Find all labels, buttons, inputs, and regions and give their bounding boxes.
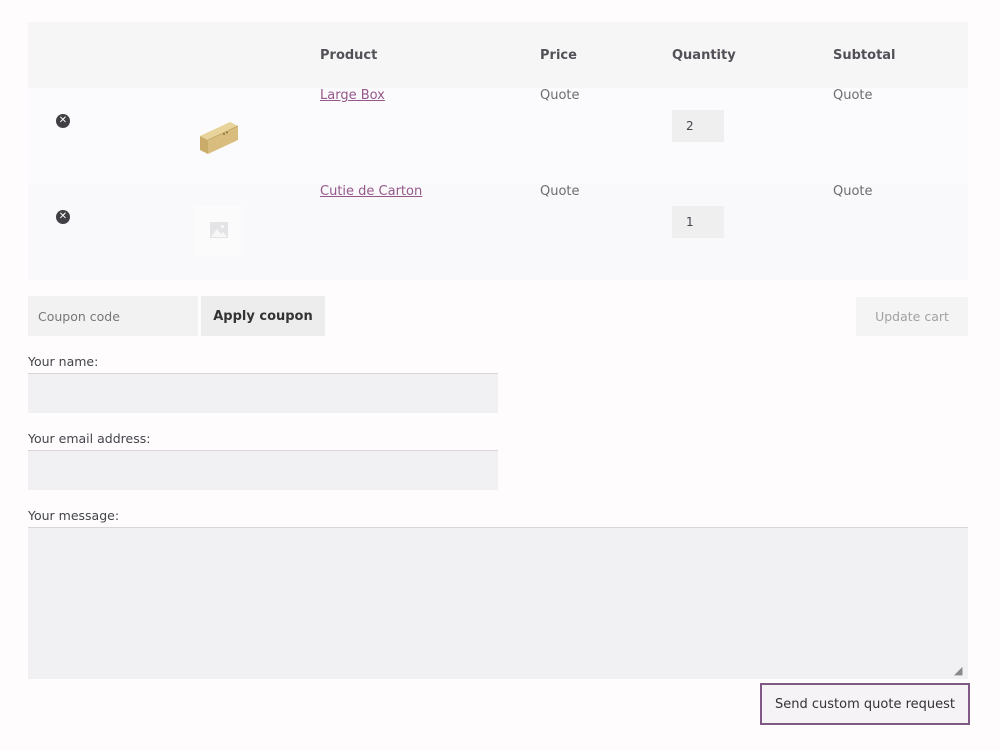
send-quote-request-button[interactable]: Send custom quote request bbox=[760, 683, 970, 725]
name-field[interactable] bbox=[28, 373, 498, 413]
update-cart-button[interactable]: Update cart bbox=[856, 297, 968, 336]
name-label: Your name: bbox=[28, 354, 99, 369]
coupon-code-input[interactable] bbox=[28, 296, 198, 336]
table-row: ✕ Large Box Quote Quote bbox=[28, 88, 968, 184]
table-row: ✕ Cutie de Carton Quote Quote bbox=[28, 184, 968, 280]
product-link-cutie-de-carton[interactable]: Cutie de Carton bbox=[320, 184, 422, 199]
cart-page: Product Price Quantity Subtotal ✕ Large … bbox=[0, 0, 1000, 750]
message-field[interactable] bbox=[28, 527, 968, 679]
remove-item-icon[interactable]: ✕ bbox=[56, 114, 70, 128]
subtotal-cell: Quote bbox=[833, 184, 873, 199]
apply-coupon-button[interactable]: Apply coupon bbox=[201, 296, 325, 336]
product-link-large-box[interactable]: Large Box bbox=[320, 88, 385, 103]
resize-handle-icon[interactable]: ◢ bbox=[954, 665, 966, 677]
message-label: Your message: bbox=[28, 508, 120, 523]
table-header: Product Price Quantity Subtotal bbox=[28, 22, 968, 88]
price-cell: Quote bbox=[540, 184, 580, 199]
subtotal-cell: Quote bbox=[833, 88, 873, 103]
header-subtotal: Subtotal bbox=[833, 47, 896, 63]
header-product: Product bbox=[320, 47, 378, 63]
header-price: Price bbox=[540, 47, 577, 63]
email-field[interactable] bbox=[28, 450, 498, 490]
remove-item-icon[interactable]: ✕ bbox=[56, 210, 70, 224]
cart-table: Product Price Quantity Subtotal ✕ Large … bbox=[28, 22, 968, 280]
quantity-input-cutie-de-carton[interactable] bbox=[672, 206, 724, 238]
header-quantity: Quantity bbox=[672, 47, 736, 63]
wooden-box-image[interactable] bbox=[194, 110, 244, 160]
placeholder-image-icon[interactable] bbox=[194, 206, 244, 256]
price-cell: Quote bbox=[540, 88, 580, 103]
quantity-input-large-box[interactable] bbox=[672, 110, 724, 142]
email-label: Your email address: bbox=[28, 431, 151, 446]
